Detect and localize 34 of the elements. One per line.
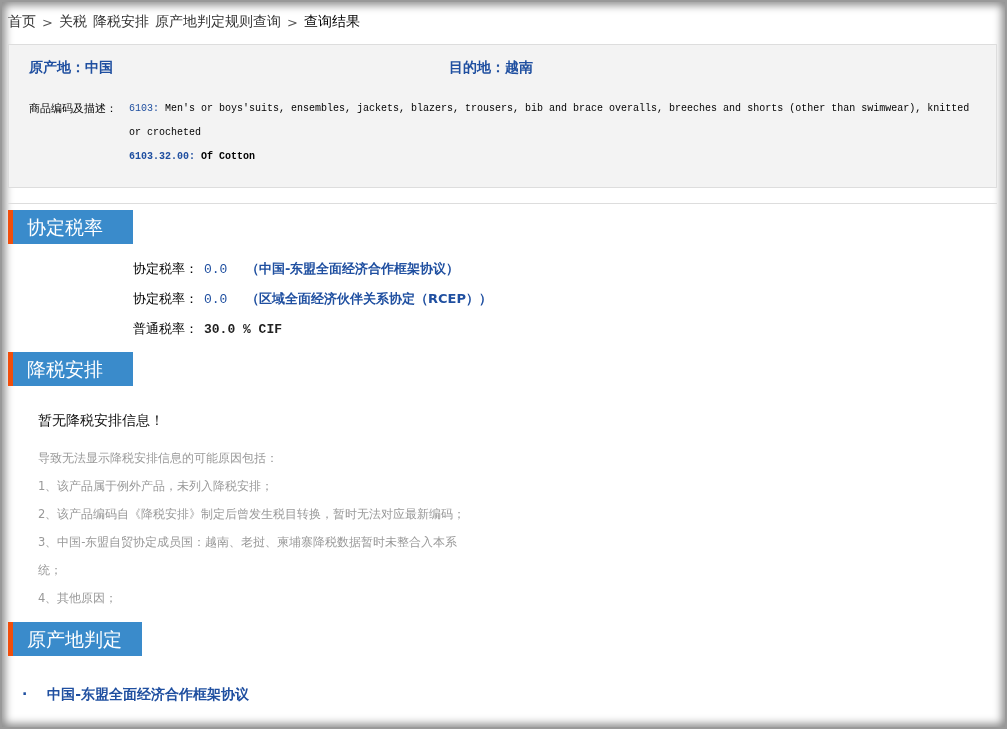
section-marker: [8, 352, 13, 386]
breadcrumb-separator: >: [42, 14, 53, 30]
rate-value: 0.0: [204, 291, 229, 307]
bullet: ·: [22, 686, 28, 704]
reason-text: 4、其他原因；: [38, 590, 119, 607]
breadcrumb-link[interactable]: 原产地判定规则查询: [154, 13, 281, 31]
rate-value: 0.0: [204, 261, 229, 277]
rate-label: 普通税率：: [133, 320, 198, 338]
rate-label: 协定税率：: [133, 290, 198, 308]
reason-text: 2、该产品编码自《降税安排》制定后曾发生税目转换，暂时无法对应最新编码；: [38, 506, 467, 523]
rate-value: 30.0 % CIF: [204, 321, 282, 337]
agreement-name: （区域全面经济伙伴关系协定（RCEP））: [246, 290, 492, 308]
subheading-description: 6103.32.00: Of Cotton: [129, 150, 257, 164]
breadcrumb-link[interactable]: 关税: [58, 13, 87, 31]
breadcrumb-link[interactable]: 降税安排: [92, 13, 149, 31]
agreement-name: （中国-东盟全面经济合作框架协议）: [246, 260, 460, 278]
origin-text: 原产地：中国: [29, 59, 114, 77]
section-marker: [8, 210, 13, 244]
rate-label: 协定税率：: [133, 260, 198, 278]
section-title: 原产地判定: [13, 622, 142, 656]
destination-text: 目的地：越南: [449, 59, 533, 77]
heading-description: 6103: Men's or boys'suits, ensembles, jackets, blazers, trousers, bib and brace overalls, breeches and shorts (other than swimwear), knitted or crocheted: [129, 102, 971, 140]
description-label: 商品编码及描述：: [29, 101, 118, 117]
breadcrumb-separator: >: [286, 14, 298, 30]
breadcrumb-link[interactable]: 首页: [8, 13, 36, 31]
section-title: 协定税率: [13, 210, 133, 244]
reason-text: 3、中国-东盟自贸协定成员国：越南、老挝、柬埔寨降税数据暂时未整合入本系统；: [38, 534, 459, 579]
agreement-link[interactable]: 中国-东盟全面经济合作框架协议: [47, 686, 250, 704]
reason-text: 导致无法显示降税安排信息的可能原因包括：: [38, 450, 279, 467]
breadcrumb-current: 查询结果: [303, 13, 360, 31]
section-title: 降税安排: [13, 352, 133, 386]
notice-message: 暂无降税安排信息！: [38, 412, 165, 430]
reason-text: 1、该产品属于例外产品，未列入降税安排；: [38, 478, 275, 495]
section-marker: [8, 622, 13, 656]
